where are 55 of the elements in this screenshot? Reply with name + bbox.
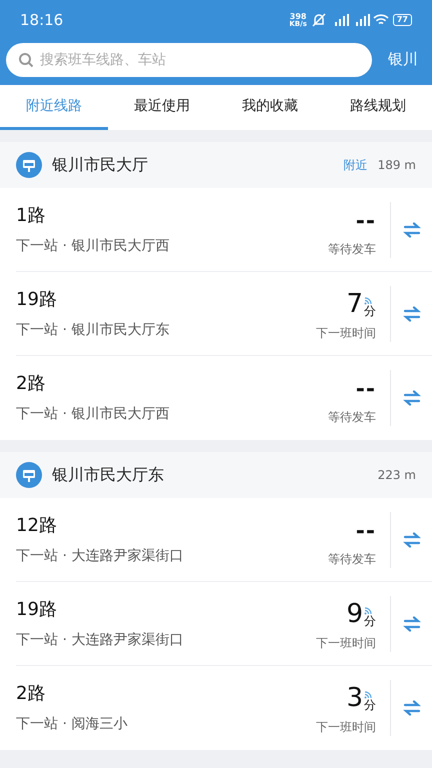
- battery-indicator: 77: [392, 14, 412, 26]
- station-header[interactable]: 银川市民大厅东 223 m: [0, 452, 432, 498]
- station-header[interactable]: 银川市民大厅 附近 189 m: [0, 142, 432, 188]
- status-label: 等待发车: [328, 242, 376, 254]
- station-name: 银川市民大厅: [52, 154, 149, 176]
- swap-icon[interactable]: [402, 616, 420, 632]
- swap-icon[interactable]: [402, 532, 420, 548]
- live-signal-icon: [364, 691, 372, 699]
- status-time: 18:16: [20, 10, 64, 31]
- station-name: 银川市民大厅东: [52, 464, 165, 486]
- swap-icon[interactable]: [402, 222, 420, 238]
- route-name: 2路: [16, 375, 46, 393]
- minute-unit: 分: [364, 304, 376, 316]
- swap-icon[interactable]: [402, 306, 420, 322]
- nearby-tag: 附近: [344, 156, 368, 174]
- bus-stop-icon: [16, 462, 42, 488]
- mute-icon: [310, 13, 327, 27]
- next-stop: 下一站 · 大连路尹家渠街口: [16, 548, 184, 562]
- status-label: 下一班时间: [316, 721, 376, 733]
- swap-icon[interactable]: [402, 390, 420, 406]
- next-stop: 下一站 · 银川市民大厅东: [16, 322, 170, 336]
- arrival-time: --: [356, 520, 376, 542]
- live-signal-icon: [364, 606, 372, 614]
- route-name: 19路: [16, 600, 58, 618]
- minute-unit: 分: [364, 699, 376, 711]
- tab[interactable]: 最近使用: [108, 85, 216, 130]
- next-stop: 下一站 · 银川市民大厅西: [16, 407, 170, 421]
- wifi-icon: [372, 14, 389, 26]
- next-stop: 下一站 · 银川市民大厅西: [16, 238, 170, 252]
- search-icon: [18, 52, 34, 68]
- bus-stop-icon: [16, 152, 42, 178]
- next-stop: 下一站 · 大连路尹家渠街口: [16, 632, 184, 646]
- arrival-time: 7: [346, 290, 363, 316]
- route-name: 19路: [16, 290, 58, 308]
- arrival-time: 3: [346, 685, 363, 711]
- status-label: 等待发车: [328, 411, 376, 423]
- minute-unit: 分: [364, 614, 376, 626]
- search-field[interactable]: 搜索班车线路、车站: [6, 42, 372, 76]
- tab[interactable]: 我的收藏: [216, 85, 324, 130]
- status-label: 等待发车: [328, 552, 376, 564]
- live-signal-icon: [364, 296, 372, 304]
- tab[interactable]: 路线规划: [324, 85, 432, 130]
- distance-label: 223 m: [378, 467, 416, 484]
- next-stop: 下一站 · 阅海三小: [16, 717, 128, 731]
- net-speed: 398: [290, 12, 306, 20]
- arrival-time: 9: [346, 600, 363, 626]
- status-label: 下一班时间: [316, 636, 376, 648]
- arrival-time: --: [356, 379, 376, 401]
- status-label: 下一班时间: [316, 326, 376, 338]
- swap-icon[interactable]: [402, 700, 420, 716]
- route-name: 12路: [16, 516, 58, 534]
- distance-label: 189 m: [378, 157, 416, 174]
- route-name: 2路: [16, 685, 46, 703]
- route-name: 1路: [16, 206, 46, 224]
- arrival-time: --: [356, 210, 376, 232]
